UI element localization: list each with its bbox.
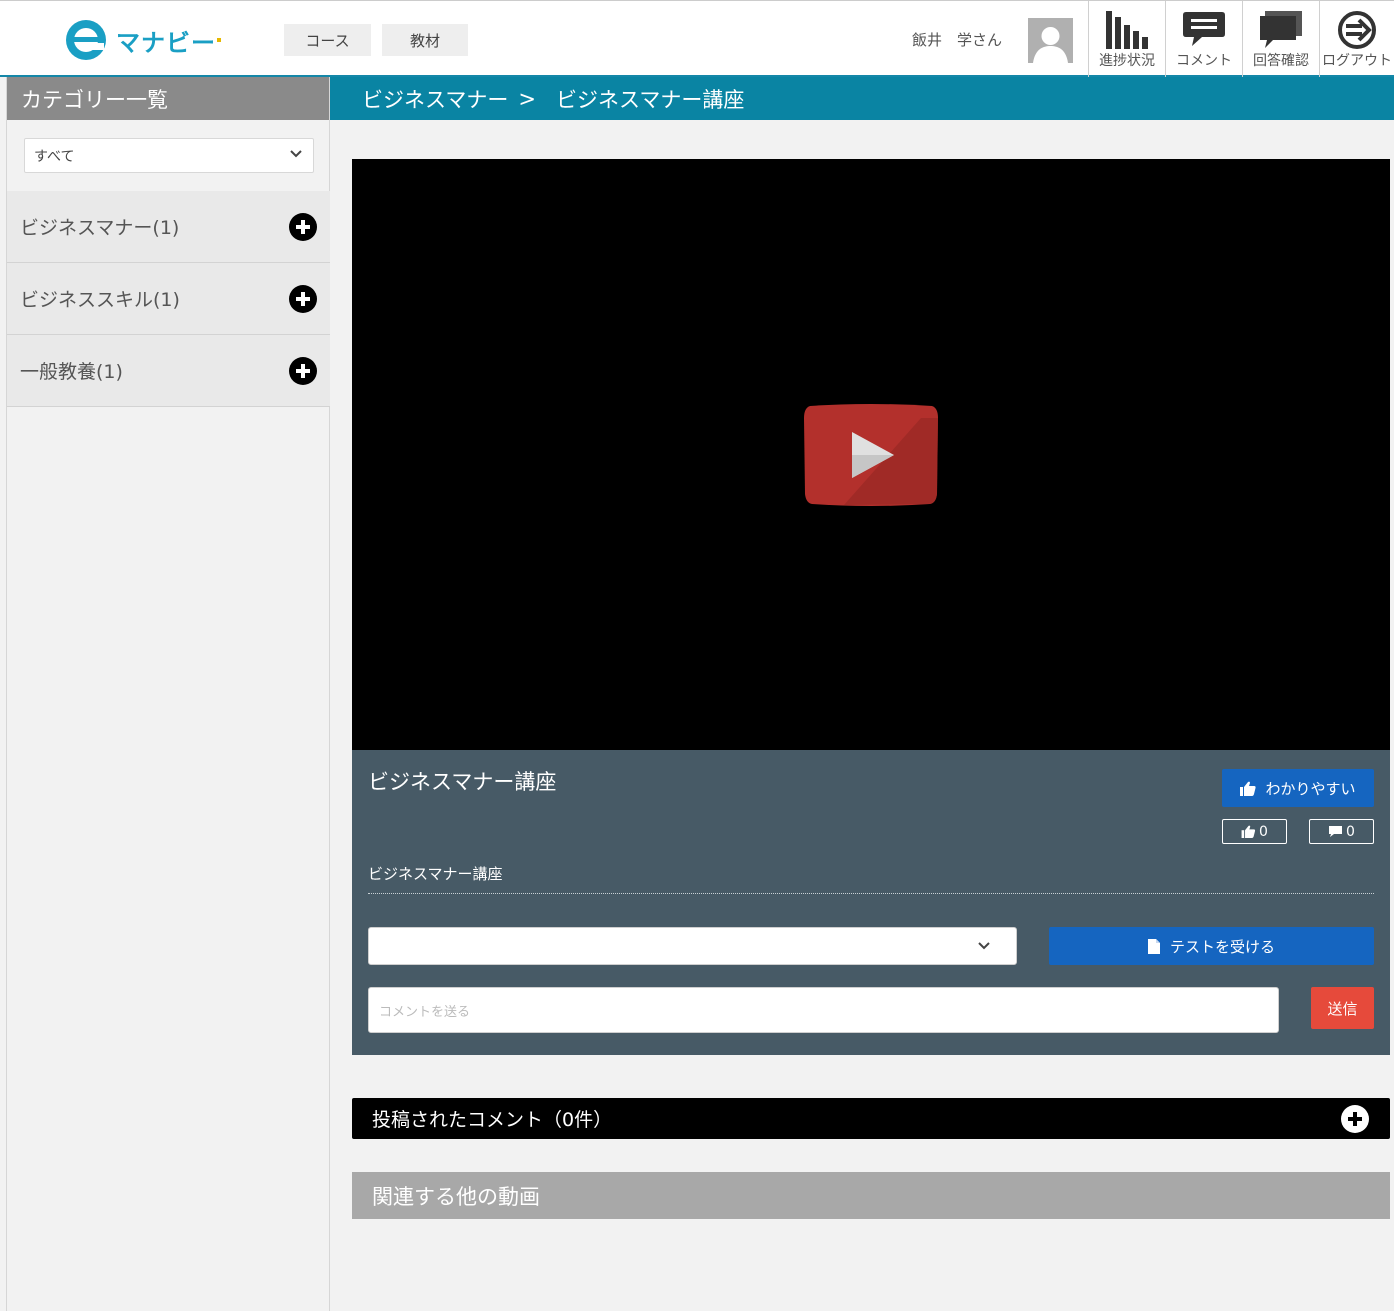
category-label: ビジネススキル(1) (20, 289, 180, 311)
thumbs-up-icon (1241, 825, 1256, 838)
chevron-down-icon (978, 942, 990, 950)
breadcrumb-separator: > (518, 86, 536, 111)
breadcrumb-parent[interactable]: ビジネスマナー (362, 84, 508, 114)
divider (368, 893, 1374, 894)
bar-chart-icon (1105, 10, 1149, 50)
progress-button[interactable]: 進捗状況 (1088, 1, 1165, 77)
avatar[interactable] (1028, 18, 1073, 63)
logout-button[interactable]: ログアウト (1319, 1, 1394, 77)
posted-comments-header[interactable]: 投稿されたコメント（0件） (352, 1098, 1390, 1139)
related-videos-label: 関連する他の動画 (372, 1184, 540, 1209)
like-button[interactable]: わかりやすい (1222, 769, 1374, 807)
comment-count-badge[interactable]: 0 (1309, 819, 1374, 844)
video-title: ビジネスマナー講座 (368, 770, 557, 794)
progress-label: 進捗状況 (1099, 53, 1155, 69)
category-item[interactable]: ビジネスマナー(1) (7, 191, 330, 263)
comment-button[interactable]: コメント (1165, 1, 1242, 77)
sidebar: カテゴリー一覧 すべて ビジネスマナー(1) ビジネススキル(1) 一般教養(1… (6, 77, 330, 1311)
like-count: 0 (1259, 823, 1268, 840)
expand-plus-icon[interactable] (289, 357, 317, 385)
nav-materials-button[interactable]: 教材 (382, 24, 468, 56)
breadcrumb-current: ビジネスマナー講座 (555, 87, 745, 112)
like-count-badge[interactable]: 0 (1222, 819, 1287, 844)
answer-check-icon (1259, 10, 1303, 50)
comment-label: コメント (1176, 53, 1232, 69)
comment-input-placeholder: コメントを送る (379, 1004, 471, 1020)
posted-comments-label: 投稿されたコメント（0件） (372, 1109, 613, 1131)
breadcrumb: ビジネスマナー > ビジネスマナー講座 (330, 77, 1394, 120)
video-player[interactable] (352, 159, 1390, 750)
expand-plus-icon[interactable] (1341, 1105, 1369, 1133)
nav-course-button[interactable]: コース (284, 24, 371, 56)
user-silhouette-icon (1028, 18, 1073, 63)
logo-dot (217, 38, 221, 42)
comment-count: 0 (1346, 823, 1355, 840)
speech-bubble-icon (1329, 826, 1343, 837)
play-button-icon[interactable] (804, 404, 938, 506)
category-filter-value: すべて (34, 148, 75, 165)
logo[interactable]: マナビー (64, 19, 221, 61)
logo-text: マナビー (116, 28, 216, 57)
thumbs-up-icon (1240, 781, 1257, 796)
logout-icon (1335, 10, 1379, 50)
comment-input[interactable]: コメントを送る (368, 987, 1279, 1033)
logout-label: ログアウト (1322, 53, 1392, 69)
user-name: 飯井 学さん (912, 31, 1003, 49)
category-item[interactable]: 一般教養(1) (7, 335, 330, 407)
test-select[interactable] (368, 927, 1017, 965)
chevron-down-icon (290, 150, 302, 158)
video-info-panel: ビジネスマナー講座 わかりやすい 0 0 ビジネスマナー講座 テストを受ける コ… (352, 750, 1390, 1055)
like-label: わかりやすい (1265, 779, 1356, 798)
take-test-label: テストを受ける (1169, 937, 1275, 956)
answer-check-button[interactable]: 回答確認 (1242, 1, 1319, 77)
category-filter-select[interactable]: すべて (24, 138, 314, 173)
expand-plus-icon[interactable] (289, 285, 317, 313)
category-list-title: カテゴリー一覧 (7, 77, 329, 120)
take-test-button[interactable]: テストを受ける (1049, 927, 1374, 965)
logo-e-icon (64, 18, 108, 62)
comment-icon (1182, 10, 1226, 50)
category-label: ビジネスマナー(1) (20, 217, 180, 239)
related-videos-header: 関連する他の動画 (352, 1172, 1390, 1219)
expand-plus-icon[interactable] (289, 213, 317, 241)
video-description: ビジネスマナー講座 (368, 865, 503, 883)
document-icon (1147, 938, 1160, 954)
answer-check-label: 回答確認 (1253, 53, 1309, 69)
category-label: 一般教養(1) (20, 361, 123, 383)
category-item[interactable]: ビジネススキル(1) (7, 263, 330, 335)
app-header: マナビー コース 教材 飯井 学さん 進捗状況 コメント 回答確認 ログアウト (0, 0, 1394, 77)
category-list: ビジネスマナー(1) ビジネススキル(1) 一般教養(1) (7, 191, 330, 407)
send-button[interactable]: 送信 (1311, 987, 1374, 1029)
